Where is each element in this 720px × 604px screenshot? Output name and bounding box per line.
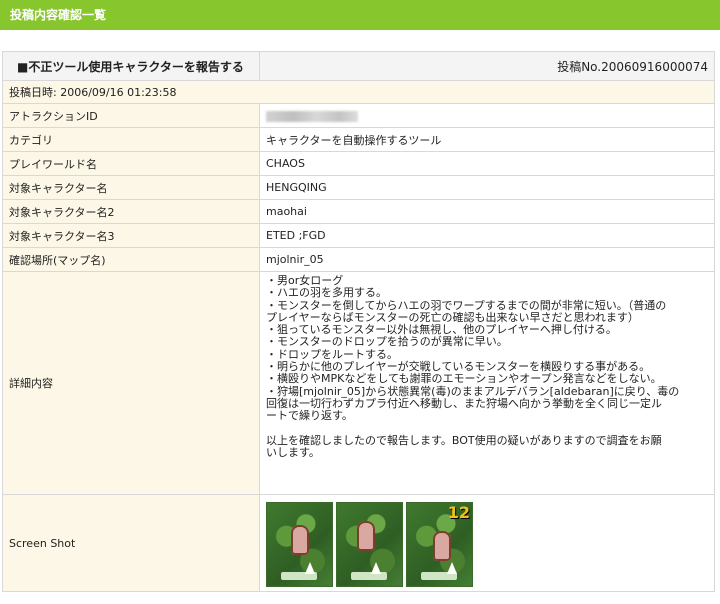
posted-date: 投稿日時: 2006/09/16 01:23:58 [2, 80, 715, 104]
character-nameplate [351, 571, 387, 580]
screenshot-thumbnails: 12 [266, 500, 708, 587]
field-row-details: 詳細内容 ・男or女ローグ ・ハエの羽を多用する。 ・モンスターを倒してからハエ… [2, 271, 715, 495]
field-label: 対象キャラクター名 [2, 175, 260, 200]
field-label: 確認場所(マップ名) [2, 247, 260, 272]
details-line: 以上を確認しましたので報告します。BOT使用の疑いがありますので調査をお願 [266, 433, 662, 447]
posted-date-row: 投稿日時: 2006/09/16 01:23:58 [2, 80, 715, 104]
field-value: mjolnir_05 [259, 247, 715, 272]
post-number: 投稿No.20060916000074 [259, 51, 715, 81]
cursor-icon [447, 561, 457, 574]
field-label: カテゴリ [2, 127, 260, 152]
details-line: ・ハエの羽を多用する。 [266, 286, 387, 300]
field-row-category: カテゴリ キャラクターを自動操作するツール [2, 127, 715, 152]
field-label: アトラクションID [2, 103, 260, 128]
screenshot-thumbnail-3[interactable]: 12 [406, 501, 473, 587]
field-value: CHAOS [259, 151, 715, 176]
field-row-character-1: 対象キャラクター名 HENGQING [2, 175, 715, 200]
field-row-character-3: 対象キャラクター名3 ETED ;FGD [2, 223, 715, 248]
field-value: キャラクターを自動操作するツール [259, 127, 715, 152]
field-label: 対象キャラクター名2 [2, 199, 260, 224]
screenshot-cell: 12 [259, 494, 715, 592]
field-label: Screen Shot [2, 494, 260, 592]
field-value: maohai [259, 199, 715, 224]
page-title-bar: 投稿内容確認一覧 [0, 0, 720, 30]
cursor-icon [371, 561, 381, 574]
field-row-character-2: 対象キャラクター名2 maohai [2, 199, 715, 224]
character-sprite [433, 530, 451, 561]
details-line: ・モンスターのドロップを拾うのが異常に早い。 [266, 335, 508, 349]
damage-number: 12 [447, 502, 470, 522]
field-value: ETED ;FGD [259, 223, 715, 248]
redacted-blur [266, 110, 358, 122]
field-row-map: 確認場所(マップ名) mjolnir_05 [2, 247, 715, 272]
details-body: ・男or女ローグ ・ハエの羽を多用する。 ・モンスターを倒してからハエの羽でワー… [259, 271, 715, 495]
details-line: ートで繰り返す。 [266, 409, 353, 423]
screenshot-thumbnail-2[interactable] [336, 501, 403, 587]
field-label: 対象キャラクター名3 [2, 223, 260, 248]
character-sprite [357, 520, 375, 551]
field-value: HENGQING [259, 175, 715, 200]
field-row-screenshots: Screen Shot 12 [2, 494, 715, 592]
field-label: プレイワールド名 [2, 151, 260, 176]
report-header-row: ■不正ツール使用キャラクターを報告する 投稿No.20060916000074 [2, 51, 715, 81]
page-title: 投稿内容確認一覧 [10, 8, 107, 22]
cursor-icon [305, 561, 315, 574]
field-value-redacted [259, 103, 715, 128]
details-line: ・横殴りやMPKなどをしても謝罪のエモーションやオープン発言などをしない。 [266, 372, 662, 386]
character-sprite [291, 524, 309, 555]
field-row-world: プレイワールド名 CHAOS [2, 151, 715, 176]
report-title: ■不正ツール使用キャラクターを報告する [2, 51, 260, 81]
details-line [266, 423, 708, 435]
field-label: 詳細内容 [2, 271, 260, 495]
field-row-attraction-id: アトラクションID [2, 103, 715, 128]
report-table: ■不正ツール使用キャラクターを報告する 投稿No.20060916000074 … [2, 51, 715, 592]
details-line: いします。 [266, 446, 320, 460]
screenshot-thumbnail-1[interactable] [266, 501, 333, 587]
